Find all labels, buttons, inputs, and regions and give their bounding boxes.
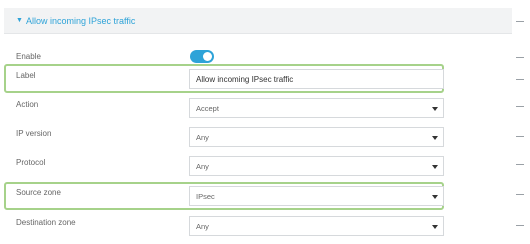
- source-zone-label: Source zone: [16, 188, 61, 197]
- caret-down-icon: [432, 195, 438, 199]
- destination-zone-select[interactable]: Any: [189, 216, 444, 236]
- source-zone-remove-icon[interactable]: [516, 194, 524, 195]
- label-input[interactable]: Allow incoming IPsec traffic: [189, 69, 444, 89]
- toggle-knob: [203, 52, 212, 61]
- chevron-down-icon[interactable]: ▼: [16, 16, 24, 26]
- enable-remove-icon[interactable]: [516, 57, 524, 58]
- ip-version-remove-icon[interactable]: [516, 136, 524, 137]
- ip-version-label: IP version: [16, 129, 52, 138]
- source-zone-select-value: IPsec: [196, 192, 215, 201]
- source-zone-select[interactable]: IPsec: [189, 186, 444, 206]
- caret-down-icon: [432, 225, 438, 229]
- ip-version-select-value: Any: [196, 133, 209, 142]
- protocol-remove-icon[interactable]: [516, 164, 524, 165]
- caret-down-icon: [432, 107, 438, 111]
- enable-toggle[interactable]: [190, 50, 214, 63]
- section-header[interactable]: ▼ Allow incoming IPsec traffic: [4, 8, 512, 34]
- action-label: Action: [16, 100, 39, 109]
- protocol-label: Protocol: [16, 158, 46, 167]
- destination-zone-select-value: Any: [196, 222, 209, 231]
- caret-down-icon: [432, 136, 438, 140]
- enable-label: Enable: [16, 52, 41, 61]
- destination-zone-label: Destination zone: [16, 218, 76, 227]
- section-title: Allow incoming IPsec traffic: [26, 16, 136, 26]
- firewall-rule-panel: ▼ Allow incoming IPsec traffic Enable La…: [0, 0, 530, 244]
- remove-section-icon[interactable]: [516, 21, 524, 22]
- action-select-value: Accept: [196, 104, 219, 113]
- label-input-value: Allow incoming IPsec traffic: [196, 75, 294, 84]
- label-label: Label: [16, 71, 36, 80]
- caret-down-icon: [432, 165, 438, 169]
- action-remove-icon[interactable]: [516, 106, 524, 107]
- action-select[interactable]: Accept: [189, 98, 444, 118]
- destination-zone-remove-icon[interactable]: [516, 225, 524, 226]
- protocol-select[interactable]: Any: [189, 156, 444, 176]
- protocol-select-value: Any: [196, 162, 209, 171]
- label-remove-icon[interactable]: [516, 79, 524, 80]
- ip-version-select[interactable]: Any: [189, 127, 444, 147]
